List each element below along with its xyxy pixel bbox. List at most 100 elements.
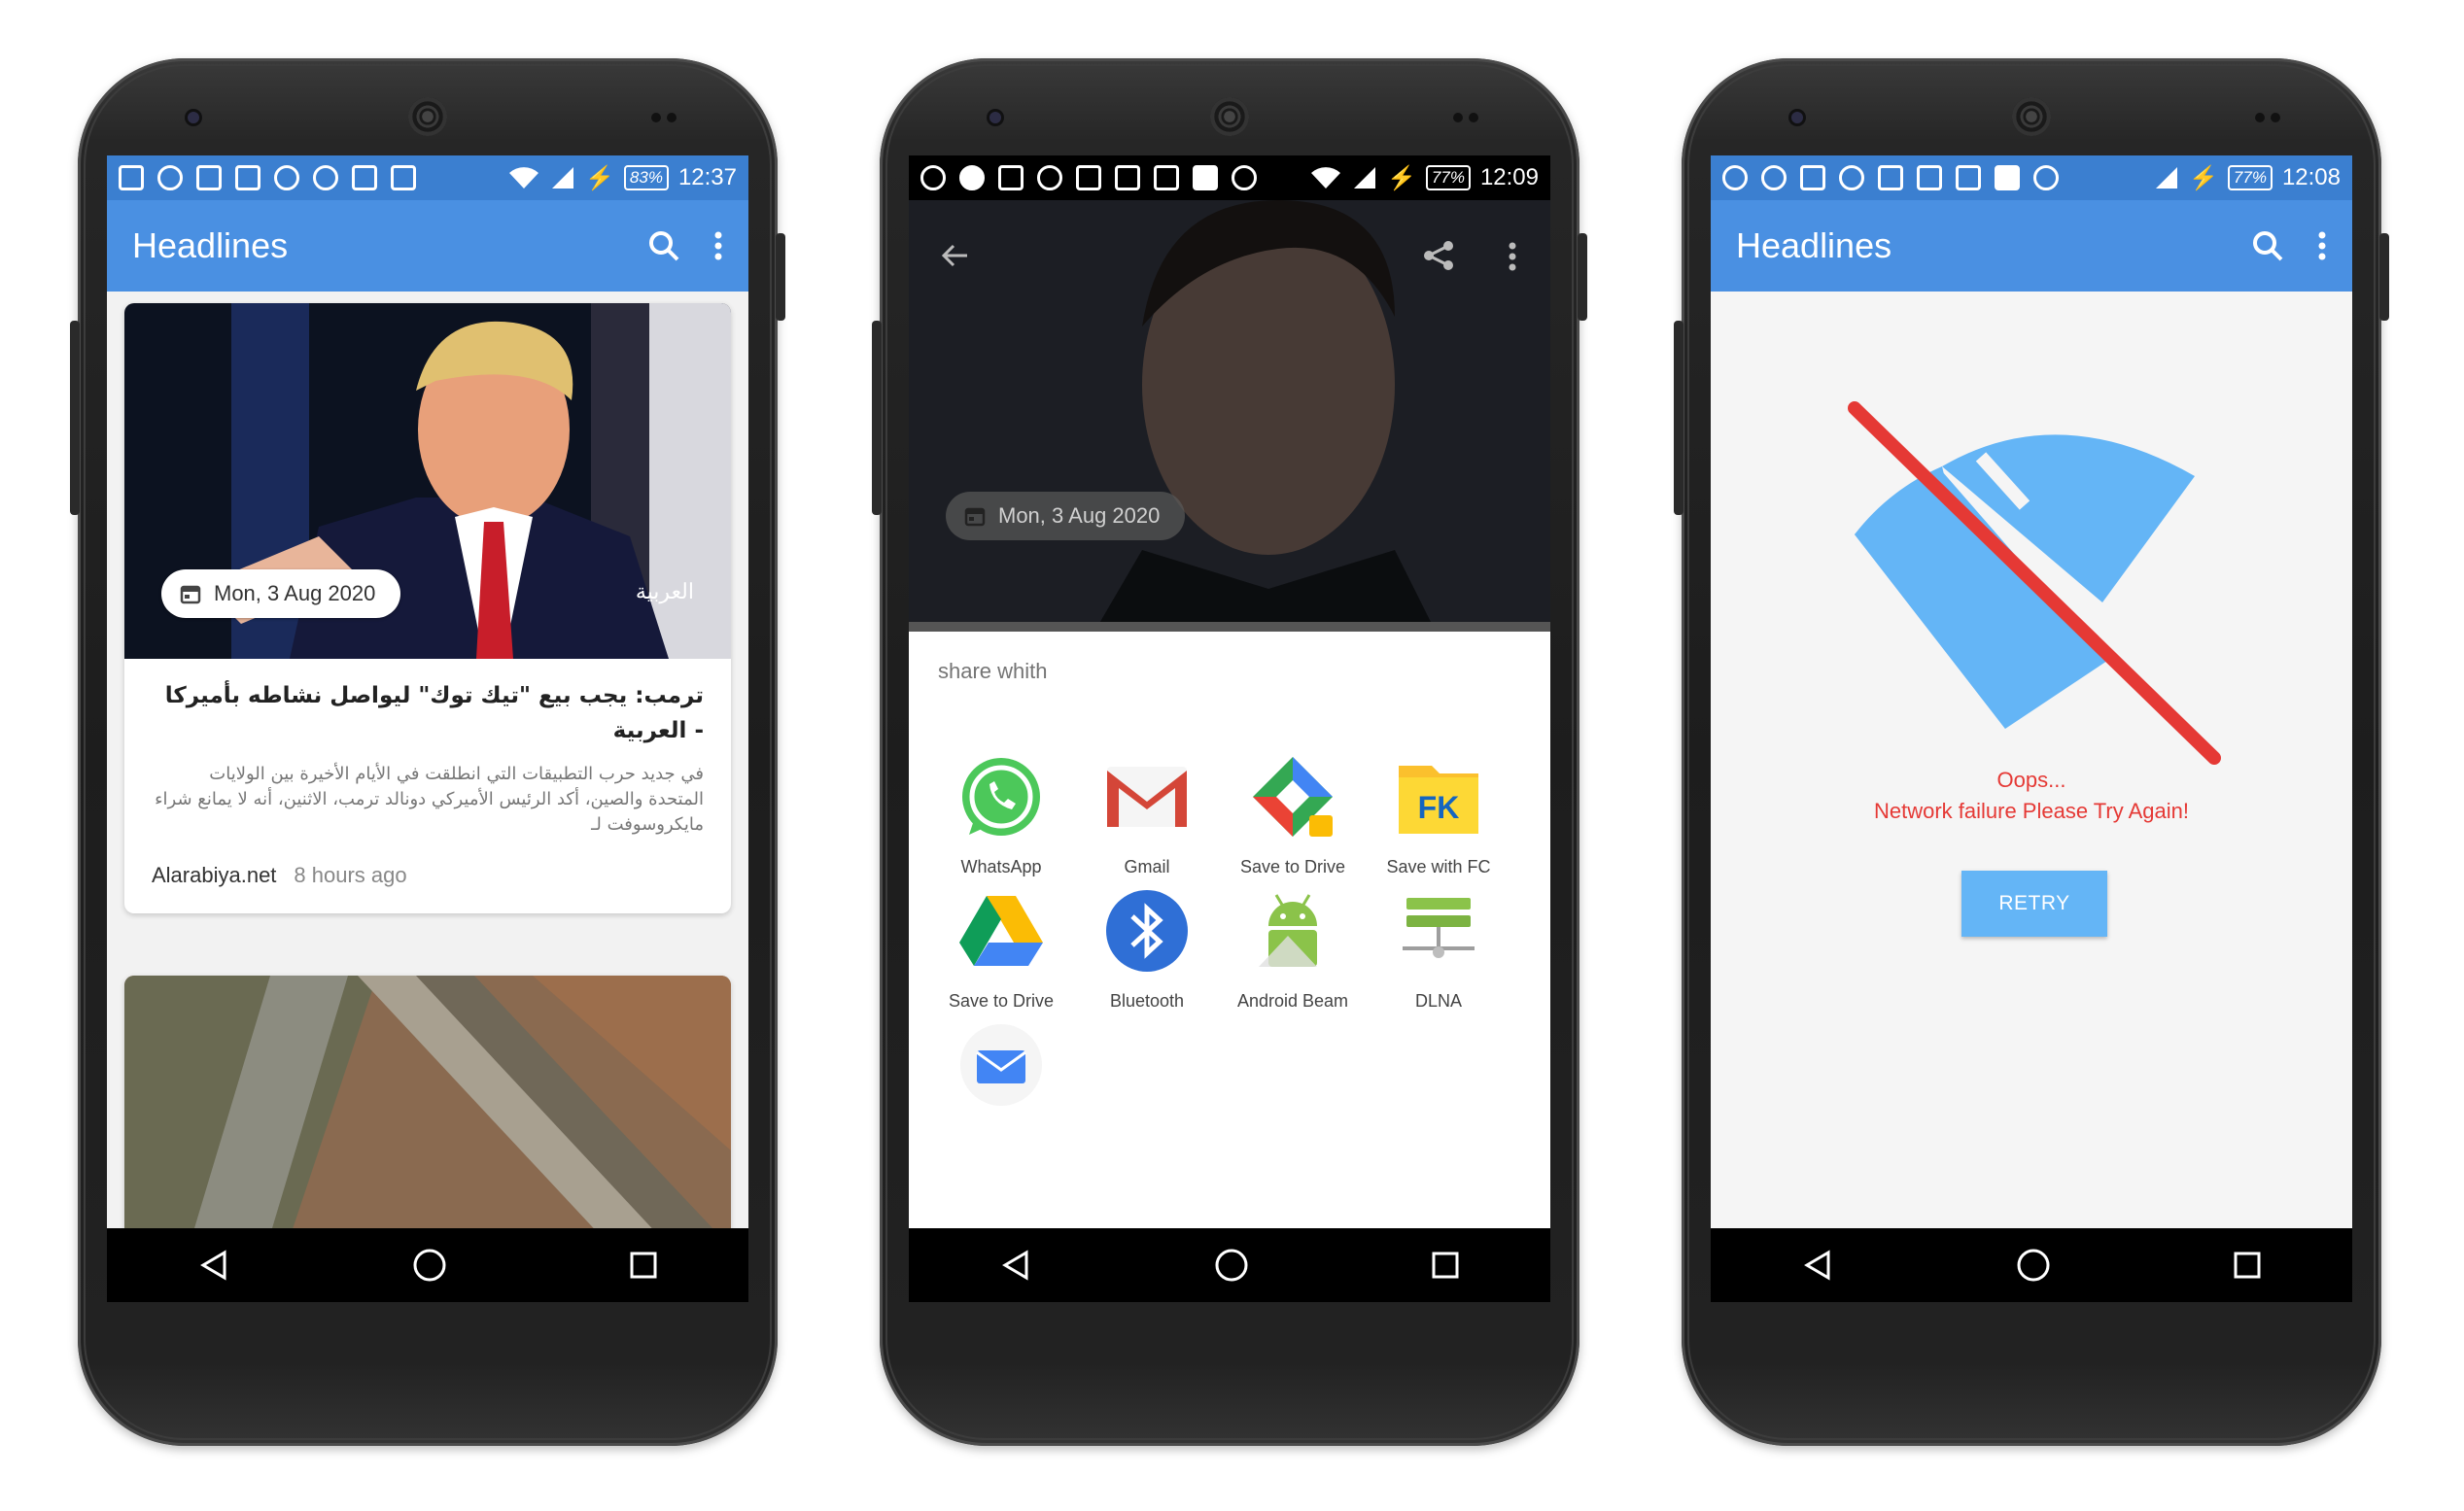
android-notification-icon — [2033, 165, 2059, 190]
wifi-icon — [1311, 167, 1341, 189]
dlna-icon — [1403, 898, 1475, 958]
search-icon — [2253, 231, 2283, 261]
share-app-grid: WhatsApp Gmail Save to Drive FK Save wit… — [909, 684, 1550, 1287]
clock: 12:09 — [1479, 164, 1539, 190]
pinterest-icon — [1722, 165, 1748, 190]
proximity-sensor — [2255, 113, 2265, 122]
status-right: ⚡ 77% 12:09 — [1309, 164, 1539, 192]
more-vert-icon[interactable] — [1508, 241, 1517, 272]
calendar-icon — [964, 507, 986, 527]
share-app-gmail[interactable]: Gmail — [1074, 750, 1220, 877]
svg-text:FK: FK — [1418, 790, 1460, 825]
front-camera — [185, 109, 202, 126]
power-button[interactable] — [2379, 233, 2389, 321]
app-label: Gmail — [1124, 857, 1170, 876]
android-notification-icon — [1232, 165, 1257, 190]
app-bar: Headlines — [107, 200, 748, 292]
share-app-email[interactable] — [928, 1018, 1074, 1125]
calendar-icon — [180, 585, 201, 604]
search-button[interactable] — [647, 229, 680, 262]
source-tag: العربية — [635, 579, 694, 603]
search-icon — [649, 231, 679, 261]
recents-icon[interactable] — [629, 1251, 658, 1280]
app-label: Save with FC — [1386, 857, 1491, 876]
recents-icon[interactable] — [2233, 1251, 2262, 1280]
news-photo-image — [124, 976, 731, 1267]
system-nav-bar — [107, 1228, 748, 1302]
news-description: في جديد حرب التطبيقات التي انطلقت في الأ… — [155, 764, 704, 835]
home-icon[interactable] — [412, 1248, 447, 1283]
instagram-icon — [352, 165, 377, 190]
more-vert-icon — [714, 231, 722, 260]
calendar-notification-icon — [391, 165, 416, 190]
date-chip: Mon, 3 Aug 2020 — [946, 492, 1186, 540]
fc-folder-icon: FK — [1399, 766, 1478, 834]
screen: ⚡ 77% 12:08 Headlines Oops... Network fa… — [1711, 155, 2352, 1302]
bulb-icon — [1761, 165, 1787, 190]
volume-button[interactable] — [1674, 321, 1683, 515]
news-meta: Alarabiya.net 8 hours ago — [124, 838, 731, 913]
earpiece-speaker — [2012, 97, 2051, 136]
share-app-save-with-fc[interactable]: FK Save with FC — [1366, 750, 1511, 877]
share-app-android-beam[interactable]: Android Beam — [1220, 884, 1366, 1012]
notification-icons — [920, 165, 1309, 190]
home-icon[interactable] — [1214, 1248, 1249, 1283]
back-icon[interactable] — [999, 1249, 1032, 1282]
system-nav-bar — [1711, 1228, 2352, 1302]
share-app-save-to-drive-fc[interactable]: Save to Drive — [1220, 750, 1366, 877]
recents-icon[interactable] — [1431, 1251, 1460, 1280]
volume-button[interactable] — [872, 321, 882, 515]
search-button[interactable] — [2251, 229, 2284, 262]
app-label: Save to Drive — [948, 991, 1055, 1011]
wifi-icon — [509, 167, 539, 189]
drive-fc-icon — [1253, 757, 1333, 837]
date-text: Mon, 3 Aug 2020 — [214, 581, 376, 605]
calendar-notification-icon — [1956, 165, 1981, 190]
charging-icon: ⚡ — [1387, 164, 1416, 191]
share-icon[interactable] — [1422, 239, 1455, 272]
share-sheet-title: share whith — [938, 659, 1048, 683]
battery-indicator: 77% — [1425, 165, 1471, 190]
volume-button[interactable] — [70, 321, 80, 515]
notification-icons — [119, 165, 507, 190]
app-bar: Headlines — [1711, 200, 2352, 292]
overflow-menu-button[interactable] — [2317, 230, 2327, 261]
front-camera — [987, 109, 1004, 126]
home-icon[interactable] — [2016, 1248, 2051, 1283]
screen: ⚡ 83% 12:37 Headlines Mon, 3 Aug 2020 ال… — [107, 155, 748, 1302]
google-drive-icon — [959, 896, 1043, 966]
share-app-google-drive[interactable]: Save to Drive — [928, 884, 1074, 1012]
image-icon — [1800, 165, 1825, 190]
app-label: Bluetooth — [1109, 991, 1185, 1011]
power-button[interactable] — [1578, 233, 1587, 321]
share-app-dlna[interactable]: DLNA — [1366, 884, 1511, 1012]
news-source: Alarabiya.net — [152, 863, 277, 887]
news-card[interactable]: Mon, 3 Aug 2020 العربية ترمب: يجب بيع "ت… — [124, 303, 731, 913]
share-app-bluetooth[interactable]: Bluetooth — [1074, 884, 1220, 1012]
error-message: Network failure Please Try Again! — [1873, 799, 2190, 823]
more-vert-icon — [2318, 231, 2326, 260]
charging-icon: ⚡ — [2189, 164, 2218, 191]
news-photo: Mon, 3 Aug 2020 العربية — [124, 303, 731, 659]
share-app-whatsapp[interactable]: WhatsApp — [928, 750, 1074, 877]
share-sheet: share whith WhatsApp Gmail Save to Drive… — [909, 632, 1550, 1228]
status-bar: ⚡ 83% 12:37 — [107, 155, 748, 200]
retry-button[interactable]: RETRY — [1961, 871, 2107, 937]
app-label: Save to Drive — [1239, 857, 1346, 876]
charging-icon: ⚡ — [585, 164, 614, 191]
signal-icon — [552, 167, 574, 189]
linkedin-icon — [1193, 165, 1218, 190]
power-button[interactable] — [776, 233, 785, 321]
status-right: ⚡ 83% 12:37 — [507, 164, 737, 192]
back-arrow-icon[interactable] — [938, 239, 971, 272]
news-card[interactable] — [124, 976, 731, 1267]
back-icon[interactable] — [1801, 1249, 1834, 1282]
android-icon — [1259, 894, 1317, 967]
date-chip: Mon, 3 Aug 2020 — [161, 569, 401, 618]
news-age: 8 hours ago — [294, 863, 407, 887]
phone-share: ⚡ 77% 12:09 Mon, 3 Aug 2020 share whith … — [872, 58, 1587, 1446]
battery-indicator: 77% — [2227, 165, 2273, 190]
overflow-menu-button[interactable] — [713, 230, 723, 261]
back-icon[interactable] — [197, 1249, 230, 1282]
gmail-notification-icon — [1917, 165, 1942, 190]
